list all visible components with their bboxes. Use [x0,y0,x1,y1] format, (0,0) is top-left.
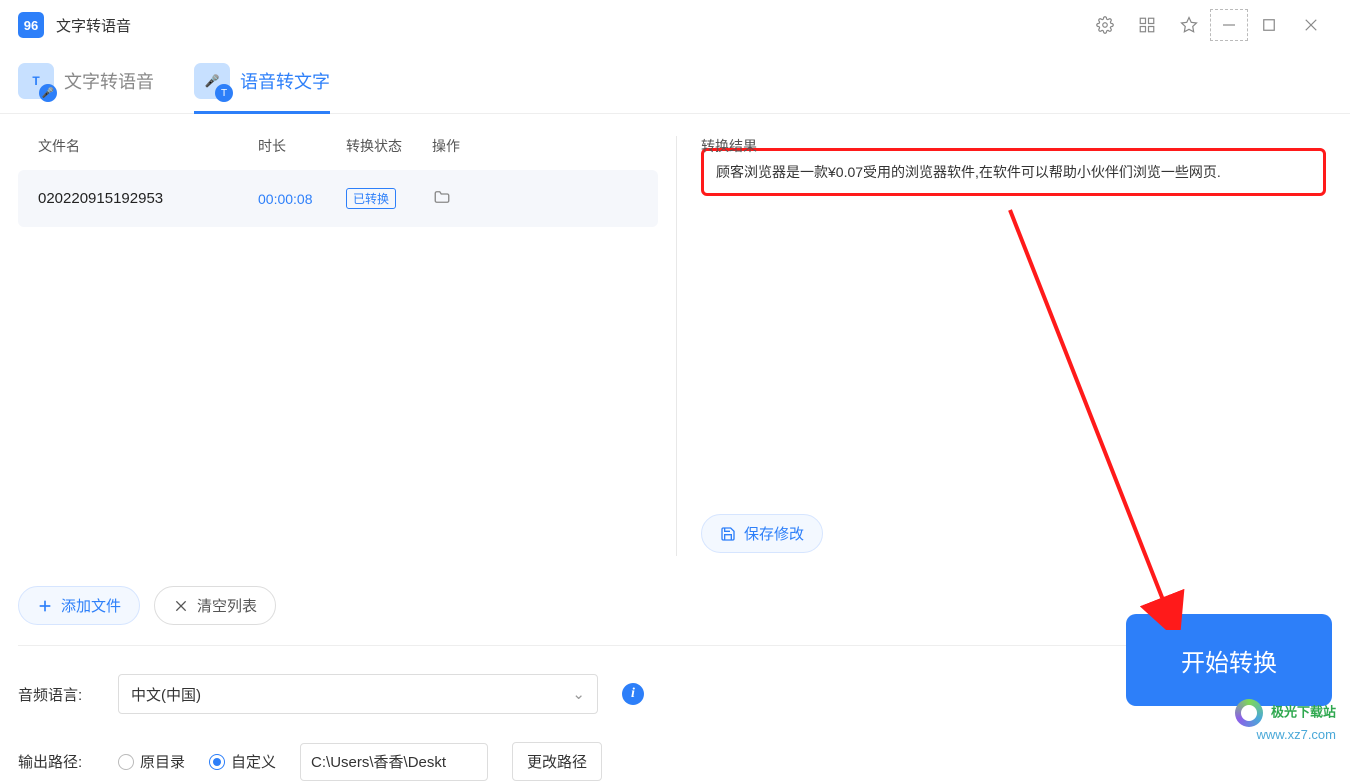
lang-label: 音频语言: [18,684,94,705]
result-panel: 转换结果 顾客浏览器是一款¥0.07受用的浏览器软件,在软件可以帮助小伙伴们浏览… [677,114,1350,574]
language-value: 中文(中国) [131,684,201,705]
row-filename: 020220915192953 [38,190,258,207]
output-path-row: 输出路径: 原目录 自定义 C:\Users\香香\Deskt 更改路径 [18,742,1332,781]
stt-icon: 🎤T [194,63,230,99]
app-title: 文字转语音 [56,15,131,36]
row-status: 已转换 [346,188,432,209]
change-path-label: 更改路径 [527,754,587,771]
star-icon[interactable] [1168,4,1210,46]
tab-text-to-speech[interactable]: T🎤 文字转语音 [18,63,154,113]
tts-icon: T🎤 [18,63,54,99]
col-operation: 操作 [432,136,638,156]
add-file-button[interactable]: 添加文件 [18,586,140,625]
col-status: 转换状态 [346,136,432,156]
out-label: 输出路径: [18,751,94,772]
radio-original-dir[interactable]: 原目录 [118,751,185,772]
clear-list-button[interactable]: 清空列表 [154,586,276,625]
result-text-box[interactable]: 顾客浏览器是一款¥0.07受用的浏览器软件,在软件可以帮助小伙伴们浏览一些网页. [701,148,1326,196]
col-duration: 时长 [258,136,346,156]
tab-speech-to-text[interactable]: 🎤T 语音转文字 [194,63,330,113]
file-list-panel: 文件名 时长 转换状态 操作 020220915192953 00:00:08 … [0,114,676,574]
status-badge: 已转换 [346,188,396,209]
path-input[interactable]: C:\Users\香香\Deskt [300,743,488,781]
col-filename: 文件名 [38,136,258,156]
row-operation [432,188,638,209]
settings-icon[interactable] [1084,4,1126,46]
minimize-button[interactable] [1210,9,1248,41]
radio-original-label: 原目录 [140,751,185,772]
main-content: 文件名 时长 转换状态 操作 020220915192953 00:00:08 … [0,114,1350,574]
watermark-logo-icon [1235,699,1263,727]
info-icon[interactable]: i [622,683,644,705]
watermark-url: www.xz7.com [1257,727,1336,742]
radio-custom-label: 自定义 [231,751,276,772]
start-convert-button[interactable]: 开始转换 [1126,614,1332,706]
plus-icon [37,598,53,614]
path-value: C:\Users\香香\Deskt [311,751,446,772]
language-select[interactable]: 中文(中国) ⌄ [118,674,598,714]
watermark: 极光下载站 www.xz7.com [1235,699,1336,744]
clear-list-label: 清空列表 [197,595,257,616]
save-icon [720,526,736,542]
open-folder-icon[interactable] [432,193,452,209]
tab-tts-label: 文字转语音 [64,68,154,94]
start-label: 开始转换 [1181,643,1277,678]
table-row[interactable]: 020220915192953 00:00:08 已转换 [18,170,658,227]
maximize-button[interactable] [1248,4,1290,46]
result-text: 顾客浏览器是一款¥0.07受用的浏览器软件,在软件可以帮助小伙伴们浏览一些网页. [716,164,1221,180]
save-changes-button[interactable]: 保存修改 [701,514,823,553]
table-header: 文件名 时长 转换状态 操作 [18,114,658,170]
tab-stt-label: 语音转文字 [240,68,330,94]
add-file-label: 添加文件 [61,595,121,616]
close-button[interactable] [1290,4,1332,46]
radio-custom-dir[interactable]: 自定义 [209,751,276,772]
radio-icon [209,754,225,770]
titlebar: 96 文字转语音 [0,0,1350,50]
row-duration: 00:00:08 [258,191,346,207]
save-label: 保存修改 [744,523,804,544]
radio-icon [118,754,134,770]
x-icon [173,598,189,614]
tabs: T🎤 文字转语音 🎤T 语音转文字 [0,50,1350,114]
apps-icon[interactable] [1126,4,1168,46]
change-path-button[interactable]: 更改路径 [512,742,602,781]
chevron-down-icon: ⌄ [572,685,585,703]
app-logo-icon: 96 [18,12,44,38]
watermark-title: 极光下载站 [1271,705,1336,720]
